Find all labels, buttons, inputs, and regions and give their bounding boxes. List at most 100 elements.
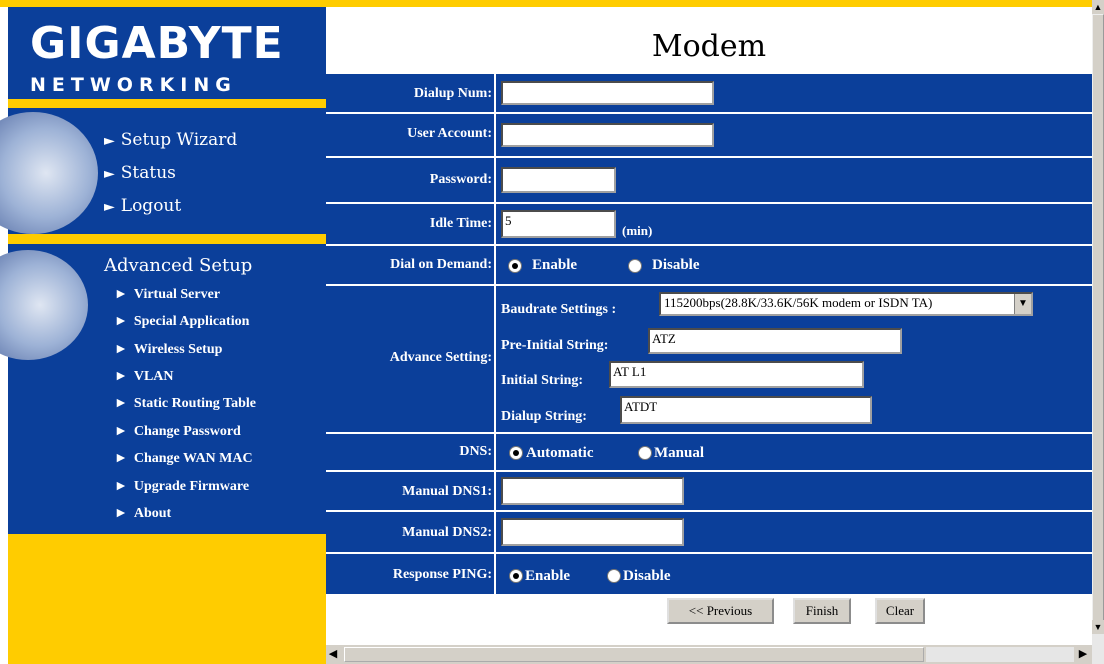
response-ping-enable-radio[interactable] xyxy=(509,569,523,583)
row-divider xyxy=(494,246,496,284)
password-input[interactable] xyxy=(501,167,616,193)
dial-on-demand-enable-label: Enable xyxy=(532,257,578,273)
vertical-scrollbar[interactable]: ▲ ▼ xyxy=(1092,0,1104,664)
baudrate-select[interactable]: 115200bps(28.8K/33.6K/56K modem or ISDN … xyxy=(659,292,1033,316)
dial-on-demand-label: Dial on Demand: xyxy=(390,257,492,272)
triangle-right-icon: ► xyxy=(114,369,128,384)
row-dialup-num: Dialup Num: xyxy=(326,74,1092,112)
scroll-left-icon[interactable]: ◀ xyxy=(326,645,340,664)
row-user-account: User Account: xyxy=(326,114,1092,156)
previous-button[interactable]: << Previous xyxy=(667,598,774,624)
gigabyte-logo: GIGABYTE xyxy=(30,18,284,69)
row-divider xyxy=(494,512,496,552)
horizontal-scroll-thumb[interactable] xyxy=(344,647,924,662)
dns-manual-label: Manual xyxy=(654,445,705,461)
dialup-num-input[interactable] xyxy=(501,81,714,105)
advanced-setup-heading: Advanced Setup xyxy=(104,255,253,276)
initial-string-input[interactable]: AT L1 xyxy=(609,361,864,388)
response-ping-disable-radio[interactable] xyxy=(607,569,621,583)
triangle-right-icon: ► xyxy=(114,451,128,466)
row-dial-on-demand: Dial on Demand: Enable Disable xyxy=(326,246,1092,284)
row-response-ping: Response PING: Enable Disable xyxy=(326,554,1092,594)
triangle-right-icon: ► xyxy=(114,506,128,521)
nav-setup-wizard[interactable]: ► Setup Wizard xyxy=(104,130,237,150)
page-title: Modem xyxy=(651,29,767,64)
row-manual-dns1: Manual DNS1: xyxy=(326,472,1092,510)
idle-time-input[interactable]: 5 xyxy=(501,210,616,238)
nav-upgrade-firmware[interactable]: ► Upgrade Firmware xyxy=(114,479,249,495)
row-manual-dns2: Manual DNS2: xyxy=(326,512,1092,552)
scroll-right-icon[interactable]: ▶ xyxy=(1076,645,1090,664)
advance-setting-label: Advance Setting: xyxy=(389,350,492,365)
clear-button[interactable]: Clear xyxy=(875,598,925,624)
nav-change-wan-mac[interactable]: ► Change WAN MAC xyxy=(114,451,253,467)
advanced-nav: Advanced Setup ► Virtual Server ► Special … xyxy=(0,244,326,534)
row-divider xyxy=(494,204,496,244)
triangle-right-icon: ► xyxy=(114,479,128,494)
row-advance-setting: Advance Setting: Baudrate Settings : 115… xyxy=(326,286,1092,432)
logo-panel: GIGABYTE NETWORKING xyxy=(8,7,326,99)
nav-status[interactable]: ► Status xyxy=(104,163,176,183)
baudrate-label: Baudrate Settings : xyxy=(501,302,617,317)
manual-dns1-input[interactable] xyxy=(501,477,684,505)
idle-time-label: Idle Time: xyxy=(429,216,492,231)
initial-string-label: Initial String: xyxy=(501,373,584,388)
dns-automatic-radio[interactable] xyxy=(509,446,523,460)
triangle-right-icon: ► xyxy=(114,396,128,411)
nav-wireless-setup[interactable]: ► Wireless Setup xyxy=(114,342,222,358)
title-bar: Modem xyxy=(326,7,1092,74)
nav-special-application[interactable]: ► Special Application xyxy=(114,314,249,330)
dns-manual-radio[interactable] xyxy=(638,446,652,460)
nav-about[interactable]: ► About xyxy=(114,506,171,522)
pre-initial-string-input[interactable]: ATZ xyxy=(648,328,902,354)
main-nav: ► Setup Wizard ► Status ► Logout xyxy=(0,108,326,234)
triangle-right-icon: ► xyxy=(104,166,115,182)
nav-vlan[interactable]: ► VLAN xyxy=(114,369,174,385)
dialup-string-label: Dialup String: xyxy=(501,409,587,424)
dial-on-demand-disable-radio[interactable] xyxy=(628,259,642,273)
dropdown-arrow-icon: ▼ xyxy=(1014,294,1031,314)
scroll-down-icon[interactable]: ▼ xyxy=(1092,620,1104,634)
dial-on-demand-disable-label: Disable xyxy=(652,257,700,273)
row-divider xyxy=(494,114,496,156)
row-divider xyxy=(494,158,496,202)
horizontal-scrollbar[interactable]: ◀ ▶ xyxy=(326,645,1092,664)
manual-dns2-input[interactable] xyxy=(501,518,684,546)
networking-subtitle: NETWORKING xyxy=(30,74,237,96)
idle-time-unit: (min) xyxy=(622,223,653,238)
triangle-right-icon: ► xyxy=(114,342,128,357)
horizontal-scroll-track[interactable] xyxy=(926,647,1074,662)
dialup-num-label: Dialup Num: xyxy=(413,86,492,101)
dns-label: DNS: xyxy=(459,444,492,459)
dialup-string-input[interactable]: ATDT xyxy=(620,396,872,424)
response-ping-disable-label: Disable xyxy=(623,568,671,584)
nav-static-routing-table[interactable]: ► Static Routing Table xyxy=(114,396,256,412)
row-divider xyxy=(494,554,496,594)
pre-initial-string-label: Pre-Initial String: xyxy=(501,338,609,353)
vertical-scroll-thumb[interactable] xyxy=(1092,14,1104,634)
dns-automatic-label: Automatic xyxy=(526,445,594,461)
response-ping-label: Response PING: xyxy=(392,567,492,582)
dial-on-demand-enable-radio[interactable] xyxy=(508,259,522,273)
row-divider xyxy=(494,434,496,470)
user-account-input[interactable] xyxy=(501,123,714,147)
response-ping-enable-label: Enable xyxy=(525,568,571,584)
triangle-right-icon: ► xyxy=(114,287,128,302)
row-divider xyxy=(494,74,496,112)
row-dns: DNS: Automatic Manual xyxy=(326,434,1092,470)
manual-dns1-label: Manual DNS1: xyxy=(402,484,492,499)
scroll-up-icon[interactable]: ▲ xyxy=(1092,0,1104,14)
device-image xyxy=(0,250,88,360)
row-divider xyxy=(494,472,496,510)
finish-button[interactable]: Finish xyxy=(793,598,851,624)
router-image xyxy=(0,112,98,234)
row-idle-time: Idle Time: 5 (min) xyxy=(326,204,1092,244)
triangle-right-icon: ► xyxy=(114,314,128,329)
triangle-right-icon: ► xyxy=(114,424,128,439)
nav-logout[interactable]: ► Logout xyxy=(104,196,181,216)
row-password: Password: xyxy=(326,158,1092,202)
nav-change-password[interactable]: ► Change Password xyxy=(114,424,241,440)
nav-virtual-server[interactable]: ► Virtual Server xyxy=(114,287,220,303)
baudrate-value: 115200bps(28.8K/33.6K/56K modem or ISDN … xyxy=(664,295,933,310)
manual-dns2-label: Manual DNS2: xyxy=(402,525,492,540)
